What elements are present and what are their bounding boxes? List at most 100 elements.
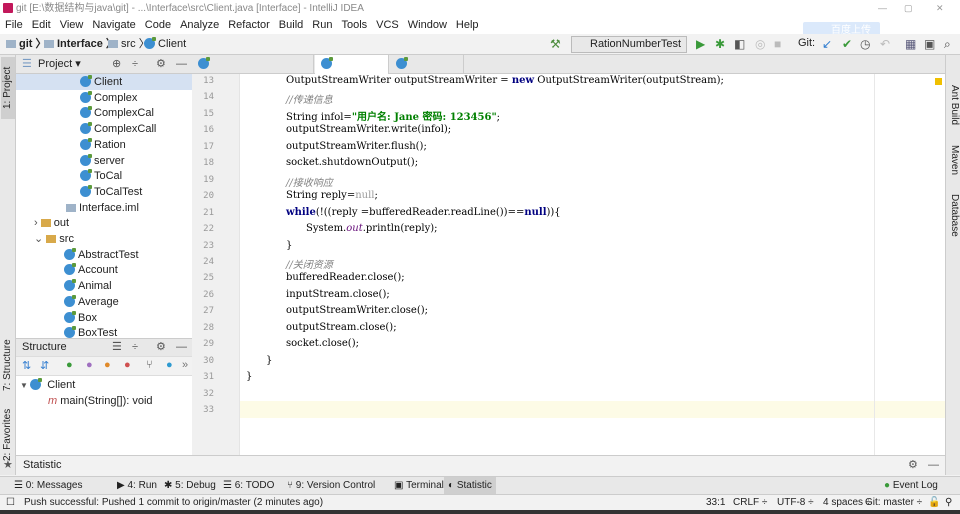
file-encoding[interactable]: UTF-8 ÷ [777, 495, 814, 510]
git-update-icon[interactable]: ↙ [822, 38, 832, 50]
database-tool-tab[interactable]: Database [947, 190, 960, 240]
favorites-star-icon[interactable]: ★ [3, 458, 13, 471]
maximize-button[interactable]: ▢ [904, 0, 913, 17]
properties-icon[interactable]: ● [86, 359, 93, 371]
gear-icon[interactable]: ⚙ [156, 55, 166, 73]
run-icon[interactable]: ▶ [696, 38, 705, 50]
status-icon[interactable]: ☐ [6, 495, 15, 510]
chevron-right-icon[interactable]: › [34, 217, 41, 229]
tree-item[interactable]: ComplexCall [80, 121, 156, 137]
project-view-select[interactable]: Project ▾ [38, 55, 81, 73]
gear-icon[interactable]: ⚙ [908, 456, 918, 475]
collapse-icon[interactable]: ÷ [132, 339, 138, 356]
caret-position[interactable]: 33:1 [706, 495, 725, 510]
lambda-icon[interactable]: ⑂ [146, 359, 153, 371]
warning-marker-icon[interactable] [935, 78, 942, 85]
favorites-tool-tab[interactable]: 2: Favorites [1, 405, 15, 465]
sort-alpha-icon[interactable]: ⇅ [22, 359, 31, 372]
inherited-icon[interactable]: ● [66, 359, 73, 371]
autoscroll-icon[interactable]: ● [166, 359, 173, 371]
sort-visibility-icon[interactable]: ⇵ [40, 359, 49, 372]
structure-tool-tab[interactable]: 7: Structure [1, 335, 15, 395]
hide-icon[interactable]: — [928, 456, 939, 475]
search-icon[interactable]: ⌕ [944, 38, 951, 50]
project-structure-icon[interactable]: ▦ [905, 38, 916, 50]
non-public-icon[interactable]: ● [124, 359, 131, 371]
sort-icon[interactable]: ☰ [112, 339, 122, 356]
tree-item[interactable]: server [80, 153, 125, 169]
stop-icon[interactable]: ■ [774, 38, 781, 50]
tree-item[interactable]: Animal [64, 278, 112, 294]
bottom-tab[interactable]: ▶ 4: Run [113, 477, 161, 495]
tree-item[interactable]: Interface.iml [66, 200, 139, 216]
chevron-down-icon[interactable]: ⌄ [34, 233, 46, 245]
bottom-tab[interactable]: ☰ 0: Messages [10, 477, 86, 495]
status-message[interactable]: Push successful: Pushed 1 commit to orig… [24, 495, 323, 510]
structure-item-class[interactable]: ▼ Client [20, 377, 75, 393]
tree-item[interactable]: › out [34, 215, 69, 231]
code-editor[interactable]: 13 14 15 16 17 18 19 20 21 22 23 24 25 26 27 28 29 30 31 32… [192, 74, 945, 455]
gear-icon[interactable]: ⚙ [156, 339, 166, 356]
tree-item[interactable]: AbstractTest [64, 247, 139, 263]
tree-item[interactable]: Complex [80, 90, 137, 106]
hide-icon[interactable]: — [176, 55, 187, 73]
git-history-icon[interactable]: ◷ [860, 38, 870, 50]
menu-refactor[interactable]: Refactor [228, 19, 270, 31]
menu-edit[interactable]: Edit [32, 19, 51, 31]
tree-item[interactable]: ToCalTest [80, 184, 142, 200]
coverage-icon[interactable]: ◧ [734, 38, 745, 50]
ant-build-tool-tab[interactable]: Ant Build [947, 75, 960, 135]
menu-code[interactable]: Code [145, 19, 171, 31]
menu-tools[interactable]: Tools [341, 19, 367, 31]
bottom-tab[interactable]: ⑂ 9: Version Control [283, 477, 379, 495]
close-button[interactable]: ✕ [936, 0, 944, 17]
breadcrumb-interface[interactable]: Interface 〉 [44, 34, 117, 54]
fields-icon[interactable]: ● [104, 359, 111, 371]
tree-item[interactable]: Average [64, 294, 119, 310]
lock-icon[interactable]: 🔓 [928, 495, 940, 510]
tree-item[interactable]: Client [16, 74, 192, 90]
maven-tool-tab[interactable]: Maven [947, 140, 960, 180]
tree-item[interactable]: BoxTest [64, 325, 117, 338]
debug-icon[interactable]: ✱ [715, 38, 725, 50]
line-separator[interactable]: CRLF ÷ [733, 495, 767, 510]
menu-vcs[interactable]: VCS [376, 19, 399, 31]
git-commit-icon[interactable]: ✔ [842, 38, 852, 50]
structure-item-method[interactable]: m main(String[]): void [48, 393, 153, 409]
tree-item[interactable]: ⌄ src [34, 231, 74, 247]
breadcrumb-git[interactable]: git 〉 [6, 34, 47, 54]
menu-build[interactable]: Build [279, 19, 303, 31]
menu-analyze[interactable]: Analyze [180, 19, 219, 31]
menu-help[interactable]: Help [456, 19, 479, 31]
menu-window[interactable]: Window [408, 19, 447, 31]
bottom-tab[interactable]: ✱ 5: Debug [160, 477, 220, 495]
tree-item[interactable]: ToCal [80, 168, 122, 184]
git-revert-icon[interactable]: ↶ [880, 38, 890, 50]
breadcrumb-client[interactable]: Client [144, 34, 186, 54]
project-tool-tab[interactable]: 1: Project [1, 57, 15, 119]
build-hammer-icon[interactable]: ⚒ [550, 38, 561, 50]
inspector-icon[interactable]: ⚲ [945, 495, 952, 510]
minimize-button[interactable]: — [878, 0, 887, 17]
collapse-icon[interactable]: ÷ [132, 55, 138, 73]
bottom-tab[interactable]: ▣ Terminal [390, 477, 448, 495]
editor-tab[interactable]: Client.java✕ [315, 55, 389, 89]
profile-icon[interactable]: ◎ [755, 38, 765, 50]
locate-icon[interactable]: ⊕ [112, 55, 121, 73]
bottom-tab[interactable]: ◐ Statistic [444, 477, 496, 495]
menu-file[interactable]: File [5, 19, 23, 31]
hide-icon[interactable]: — [176, 339, 187, 356]
menu-run[interactable]: Run [312, 19, 332, 31]
tree-item[interactable]: Ration [80, 137, 126, 153]
tree-item[interactable]: ComplexCal [80, 105, 154, 121]
tree-item[interactable]: Box [64, 310, 97, 326]
run-configuration-select[interactable]: RationNumberTest ⌄ [571, 36, 687, 65]
bottom-tab[interactable]: ☰ 6: TODO [219, 477, 278, 495]
editor-tab[interactable]: server.java✕ [390, 55, 464, 89]
more-icon[interactable]: » [182, 359, 188, 371]
event-log-tab[interactable]: ● Event Log [880, 477, 942, 495]
editor-tab[interactable]: RationNumber.java✕ [192, 55, 314, 89]
menu-view[interactable]: View [60, 19, 84, 31]
git-branch[interactable]: Git: master ÷ [865, 495, 922, 510]
terminal-icon[interactable]: ▣ [924, 38, 935, 50]
